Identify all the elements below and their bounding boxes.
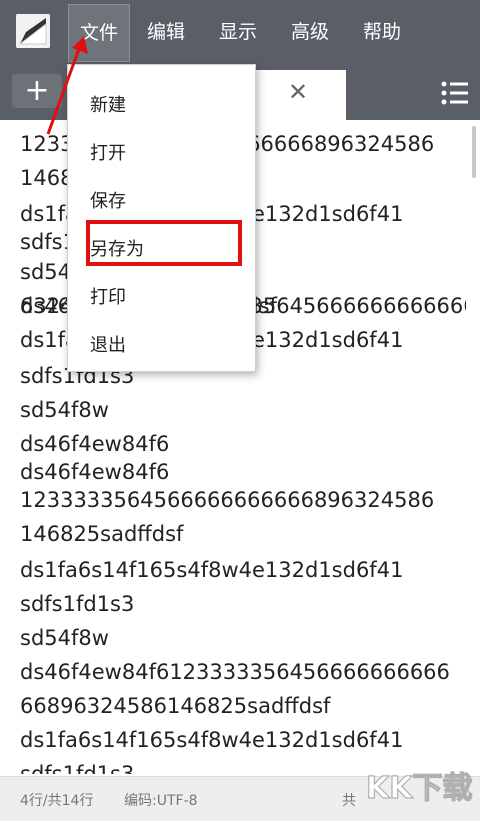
- svg-text:KK下载: KK下载: [366, 771, 473, 806]
- watermark-logo: KK下载: [360, 756, 480, 818]
- annotation-arrow: [46, 36, 88, 135]
